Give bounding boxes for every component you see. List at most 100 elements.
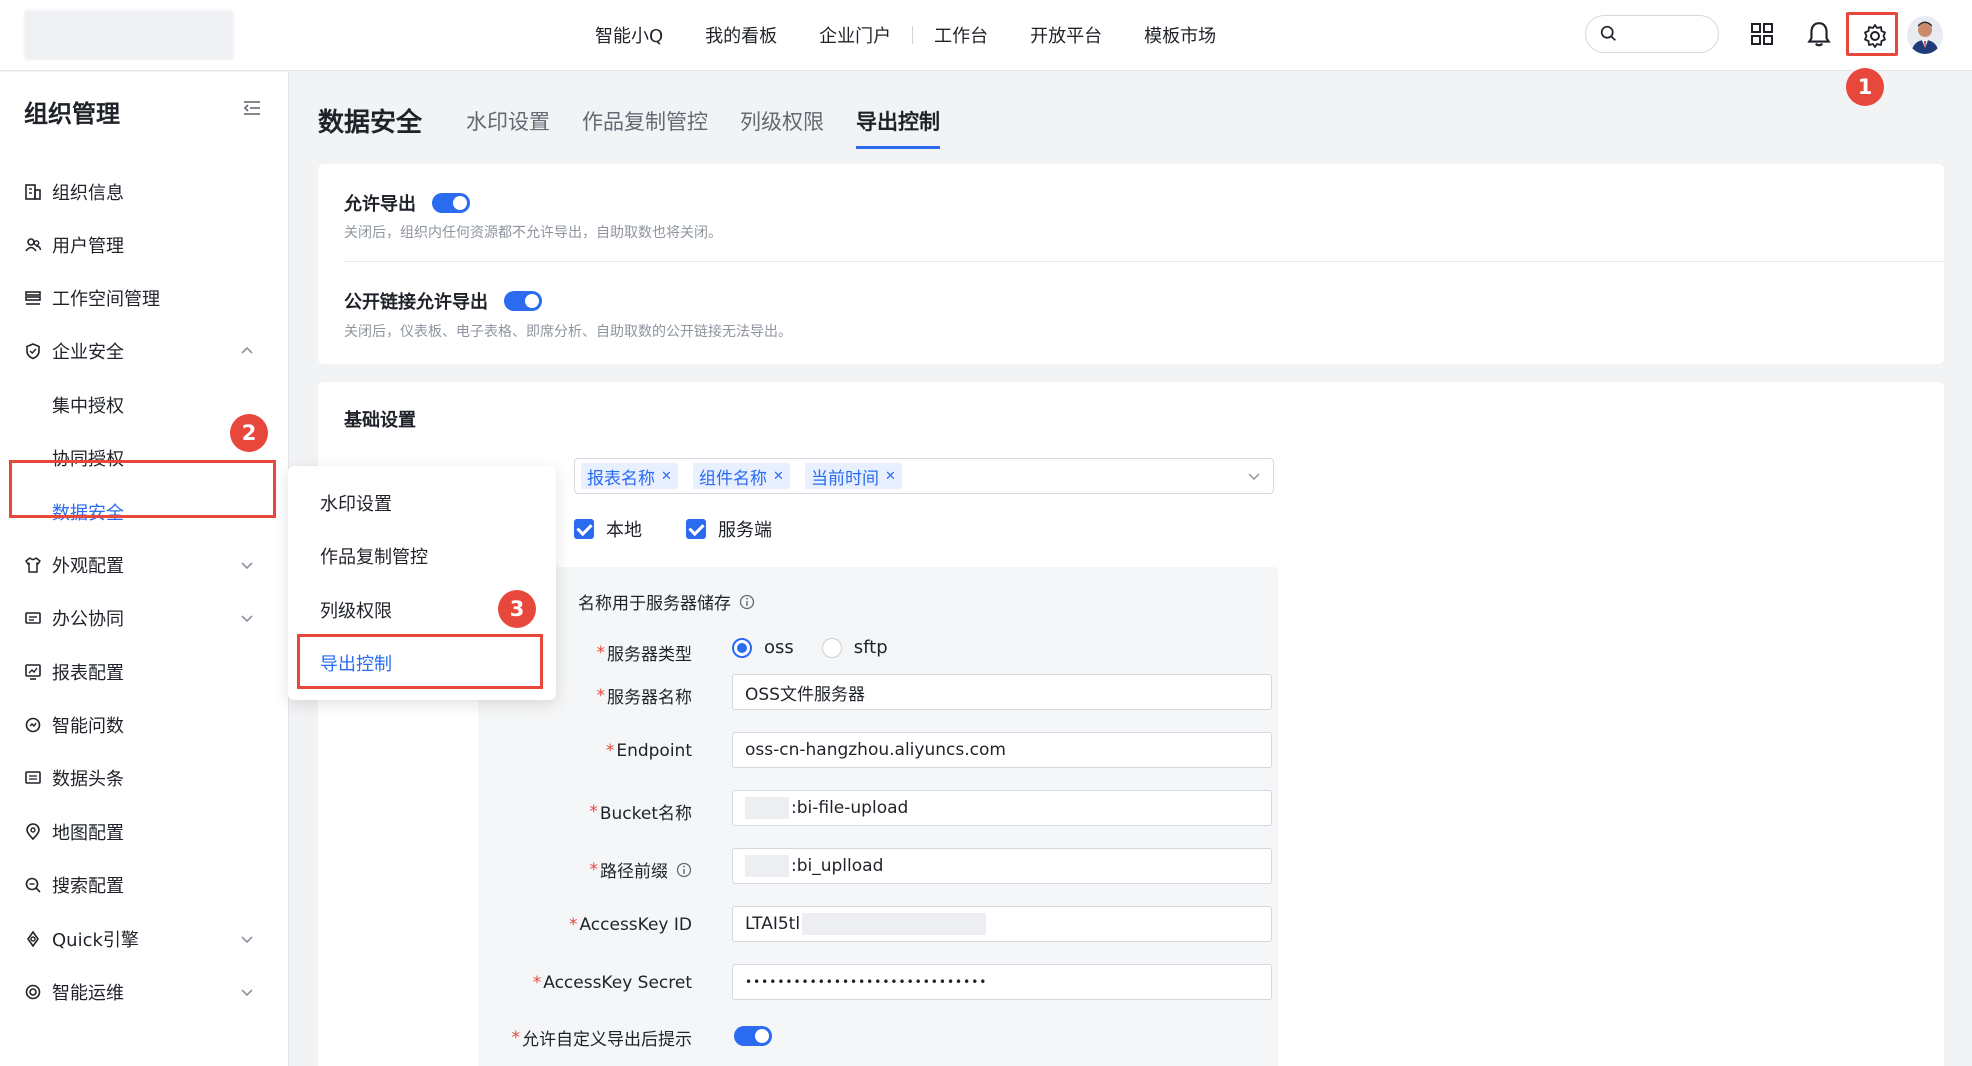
sidebar-item-label: 企业安全 [52, 342, 124, 363]
nav-my-dashboard[interactable]: 我的看板 [684, 22, 798, 48]
top-nav: 智能小Q 我的看板 企业门户 工作台 开放平台 模板市场 [574, 0, 1237, 70]
info-icon[interactable] [676, 862, 692, 878]
chevron-up-icon [241, 346, 253, 354]
apps-grid-icon[interactable] [1750, 22, 1774, 46]
building-icon [25, 184, 41, 200]
sidebar-item-label: 智能问数 [52, 716, 124, 737]
sidebar-item-search-config[interactable]: 搜索配置 [0, 863, 289, 907]
bucket-field[interactable]: :bi-file-upload [732, 790, 1272, 826]
export-control-highlight [297, 634, 543, 689]
divider [344, 261, 1944, 262]
checkbox-checked-icon [686, 519, 706, 539]
nav-open-platform[interactable]: 开放平台 [1009, 22, 1123, 48]
checkbox-local[interactable]: 本地 [574, 516, 642, 542]
nav-template-market[interactable]: 模板市场 [1123, 22, 1237, 48]
tag-label: 报表名称 [587, 468, 655, 489]
nav-portal[interactable]: 企业门户 [798, 22, 912, 48]
step-badge-3: 3 [498, 590, 536, 628]
sidebar-item-smart-query[interactable]: 智能问数 [0, 703, 289, 747]
tag-report-name[interactable]: 报表名称 ✕ [581, 463, 678, 489]
public-link-export-toggle[interactable] [504, 291, 542, 311]
report-icon [25, 664, 41, 680]
search-config-icon [25, 877, 41, 893]
sidebar-item-label: 集中授权 [52, 396, 124, 417]
logo[interactable] [24, 10, 234, 60]
tab-watermark[interactable]: 水印设置 [466, 106, 550, 149]
path-prefix-label: * 路径前缀 [590, 857, 693, 882]
sidebar-item-users[interactable]: 用户管理 [0, 223, 289, 267]
sidebar-item-quick-engine[interactable]: Quick引擎 [0, 917, 289, 961]
close-icon[interactable]: ✕ [661, 469, 672, 484]
sidebar-item-label: 报表配置 [52, 663, 124, 684]
path-prefix-field[interactable]: :bi_uplload [732, 848, 1272, 884]
allow-export-row: 允许导出 [344, 190, 470, 216]
sidebar-item-enterprise-security[interactable]: 企业安全 [0, 329, 289, 373]
allow-export-label: 允许导出 [344, 194, 416, 215]
sidebar-item-data-headlines[interactable]: 数据头条 [0, 756, 289, 800]
sidebar-item-org-info[interactable]: 组织信息 [0, 170, 289, 214]
popup-item-watermark[interactable]: 水印设置 [320, 490, 392, 516]
server-storage-hint-text: 名称用于服务器储存 [578, 594, 731, 614]
sidebar-item-appearance[interactable]: 外观配置 [0, 543, 289, 587]
redacted-text [745, 855, 789, 877]
checkbox-checked-icon [574, 519, 594, 539]
engine-icon [27, 930, 39, 948]
popup-item-copy-control[interactable]: 作品复制管控 [320, 543, 428, 569]
access-key-secret-field[interactable]: •••••••••••••••••••••••••••••• [732, 964, 1272, 1000]
sidebar: 组织管理 组织信息 用户管理 工作空间管理 企业安全 集中授权 协同授权 数据安… [0, 72, 289, 1066]
filename-tag-select[interactable]: 报表名称 ✕ 组件名称 ✕ 当前时间 ✕ [574, 458, 1274, 494]
custom-hint-toggle[interactable] [734, 1026, 772, 1046]
info-icon[interactable] [739, 594, 755, 610]
settings-highlight[interactable] [1846, 12, 1898, 56]
sidebar-item-office-collab[interactable]: 办公协同 [0, 596, 289, 640]
access-key-id-field[interactable]: LTAI5tl [732, 906, 1272, 942]
close-icon[interactable]: ✕ [885, 469, 896, 484]
checkbox-server[interactable]: 服务端 [686, 516, 772, 542]
allow-export-toggle[interactable] [432, 193, 470, 213]
field-label: 允许自定义导出后提示 [522, 1030, 692, 1050]
tag-label: 组件名称 [699, 468, 767, 489]
tag-component-name[interactable]: 组件名称 ✕ [693, 463, 790, 489]
access-key-id-label: * AccessKey ID [568, 915, 692, 935]
tab-copy-control[interactable]: 作品复制管控 [582, 106, 708, 149]
collapse-menu-icon[interactable] [242, 98, 262, 118]
chevron-down-icon [241, 562, 253, 570]
search-input[interactable] [1585, 15, 1719, 53]
tag-current-time[interactable]: 当前时间 ✕ [805, 463, 902, 489]
tab-column-permission[interactable]: 列级权限 [740, 106, 824, 149]
public-link-export-row: 公开链接允许导出 [344, 288, 542, 314]
redacted-text [802, 913, 987, 935]
field-label: Endpoint [616, 741, 692, 761]
avatar[interactable] [1907, 16, 1943, 54]
field-value: LTAI5tl [745, 914, 801, 934]
radio-sftp[interactable]: sftp [821, 637, 888, 658]
smart-query-icon [25, 717, 41, 733]
custom-hint-label: * 允许自定义导出后提示 [512, 1025, 693, 1051]
nav-smart-q[interactable]: 智能小Q [574, 22, 684, 48]
nav-workbench[interactable]: 工作台 [913, 22, 1009, 48]
sidebar-item-smart-ops[interactable]: 智能运维 [0, 970, 289, 1014]
server-name-field[interactable]: OSS文件服务器 [732, 674, 1272, 710]
field-label: AccessKey ID [579, 915, 692, 935]
close-icon[interactable]: ✕ [773, 469, 784, 484]
popup-item-column-permission[interactable]: 列级权限 [320, 597, 392, 623]
endpoint-field[interactable]: oss-cn-hangzhou.aliyuncs.com [732, 732, 1272, 768]
sidebar-item-report-config[interactable]: 报表配置 [0, 650, 289, 694]
field-label: Bucket名称 [599, 804, 692, 824]
sidebar-item-map-config[interactable]: 地图配置 [0, 810, 289, 854]
radio-empty-icon [821, 637, 842, 658]
tab-export-control[interactable]: 导出控制 [856, 106, 940, 149]
field-label: AccessKey Secret [543, 973, 692, 993]
page-title: 数据安全 [318, 108, 423, 138]
sidebar-item-workspace[interactable]: 工作空间管理 [0, 276, 289, 320]
sidebar-item-label: 地图配置 [52, 823, 124, 844]
radio-selected-icon [732, 637, 752, 658]
field-label: 服务器类型 [607, 645, 692, 665]
ops-icon [25, 984, 41, 1000]
chevron-down-icon [241, 989, 253, 997]
basic-settings-card: 基础设置 报表名称 ✕ 组件名称 ✕ 当前时间 ✕ 本地 服务端 名称用于服务器储存 … [318, 382, 1944, 1066]
bell-icon[interactable] [1806, 20, 1832, 48]
sidebar-item-label: Quick引擎 [52, 930, 139, 951]
radio-oss[interactable]: oss [732, 637, 794, 658]
users-icon [25, 238, 42, 252]
